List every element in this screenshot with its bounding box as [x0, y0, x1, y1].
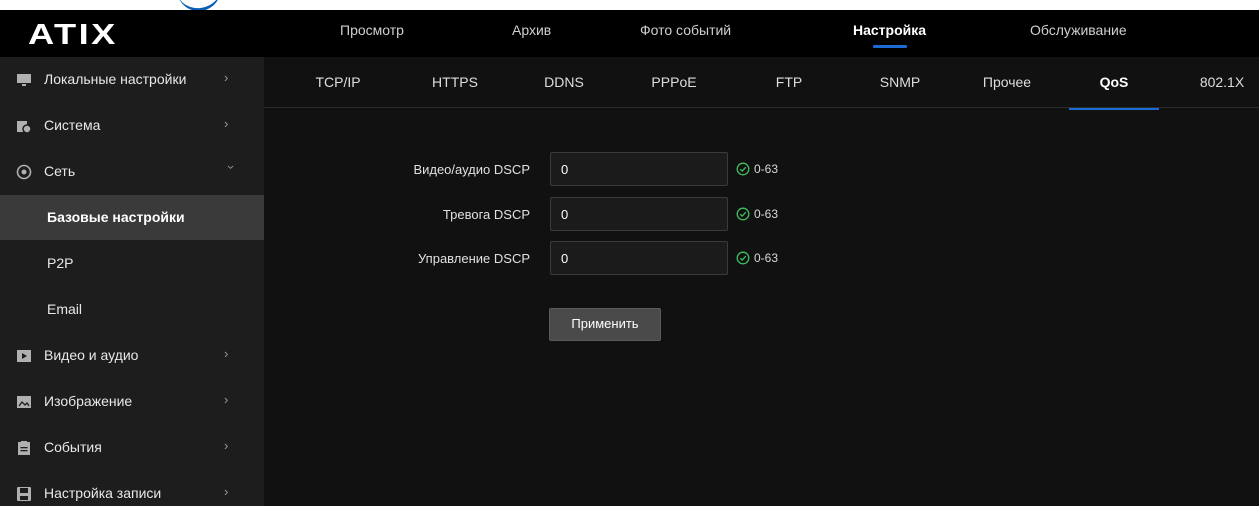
- sidebar-item-label: Email: [47, 301, 83, 317]
- chevron-right-icon: ›: [224, 116, 229, 131]
- sidebar-item-label: P2P: [47, 255, 74, 271]
- nav-maintenance[interactable]: Обслуживание: [1030, 10, 1127, 57]
- sidebar-item-system[interactable]: Система ›: [0, 103, 264, 148]
- sidebar-item-basic-settings[interactable]: Базовые настройки: [0, 195, 264, 240]
- form-row-alarm-dscp: Тревога DSCP 0-63: [264, 197, 1259, 233]
- chevron-down-icon: ›: [224, 165, 239, 170]
- apply-button[interactable]: Применить: [549, 308, 661, 341]
- monitor-icon: [17, 74, 31, 86]
- sidebar-item-network[interactable]: Сеть ›: [0, 149, 264, 194]
- tab-ftp[interactable]: FTP: [776, 57, 802, 107]
- sidebar-item-label: Система: [44, 117, 101, 133]
- chevron-right-icon: ›: [224, 392, 229, 407]
- alarm-dscp-label: Тревога DSCP: [442, 207, 530, 222]
- alarm-dscp-range: 0-63: [754, 207, 779, 221]
- sidebar-item-label: Настройка записи: [44, 485, 162, 501]
- sidebar: Локальные настройки › Система › Сеть › Б…: [0, 57, 264, 506]
- management-dscp-range: 0-63: [754, 251, 779, 265]
- sidebar-item-record-settings[interactable]: Настройка записи ›: [0, 471, 264, 516]
- events-icon: [18, 441, 30, 455]
- chevron-right-icon: ›: [224, 346, 229, 361]
- nav-view[interactable]: Просмотр: [340, 10, 404, 57]
- form-row-video-audio-dscp: Видео/аудио DSCP 0-63: [264, 152, 1259, 188]
- check-circle-icon: [736, 251, 750, 265]
- management-dscp-input[interactable]: [550, 241, 728, 275]
- main-panel: TCP/IP HTTPS DDNS PPPoE FTP SNMP Прочее …: [264, 57, 1259, 506]
- video-audio-dscp-input[interactable]: [550, 152, 728, 186]
- management-dscp-label: Управление DSCP: [418, 251, 530, 266]
- video-audio-dscp-range: 0-63: [754, 162, 779, 176]
- sidebar-item-image[interactable]: Изображение ›: [0, 379, 264, 424]
- form-row-management-dscp: Управление DSCP 0-63: [264, 241, 1259, 277]
- sidebar-item-local-settings[interactable]: Локальные настройки ›: [0, 57, 264, 102]
- alarm-dscp-input[interactable]: [550, 197, 728, 231]
- tab-pppoe[interactable]: PPPoE: [651, 57, 696, 107]
- chevron-right-icon: ›: [224, 484, 229, 499]
- sidebar-item-events[interactable]: События ›: [0, 425, 264, 470]
- sidebar-item-video-audio[interactable]: Видео и аудио ›: [0, 333, 264, 378]
- check-circle-icon: [736, 162, 750, 176]
- chevron-right-icon: ›: [224, 438, 229, 453]
- video-icon: [17, 350, 31, 362]
- nav-event-photos[interactable]: Фото событий: [640, 10, 731, 57]
- tab-ddns[interactable]: DDNS: [544, 57, 584, 107]
- sidebar-item-label: События: [44, 439, 102, 455]
- record-icon: [17, 487, 31, 501]
- nav-settings[interactable]: Настройка: [853, 10, 926, 57]
- top-nav: Просмотр Архив Фото событий Настройка Об…: [0, 10, 1259, 57]
- tab-https[interactable]: HTTPS: [432, 57, 478, 107]
- nav-archive[interactable]: Архив: [512, 10, 551, 57]
- sidebar-item-label: Видео и аудио: [44, 347, 139, 363]
- tab-snmp[interactable]: SNMP: [880, 57, 920, 107]
- tab-qos[interactable]: QoS: [1100, 57, 1129, 107]
- tab-tcpip[interactable]: TCP/IP: [315, 57, 360, 107]
- tab-other[interactable]: Прочее: [983, 57, 1031, 107]
- video-audio-dscp-label: Видео/аудио DSCP: [413, 162, 530, 177]
- sidebar-item-label: Базовые настройки: [47, 209, 185, 225]
- network-icon: [16, 164, 32, 180]
- sidebar-item-p2p[interactable]: P2P: [0, 241, 264, 286]
- chevron-right-icon: ›: [224, 70, 229, 85]
- top-bar: ATIX Просмотр Архив Фото событий Настрой…: [0, 10, 1259, 57]
- network-sub-tabs: TCP/IP HTTPS DDNS PPPoE FTP SNMP Прочее …: [264, 57, 1259, 108]
- tab-8021x[interactable]: 802.1X: [1200, 57, 1244, 107]
- sidebar-item-label: Изображение: [44, 393, 133, 409]
- sidebar-item-email[interactable]: Email: [0, 287, 264, 332]
- active-tab-indicator: [1069, 108, 1159, 110]
- image-icon: [17, 396, 31, 408]
- system-icon: [17, 121, 32, 134]
- sidebar-item-label: Сеть: [44, 163, 76, 179]
- sidebar-item-label: Локальные настройки: [44, 71, 187, 87]
- check-circle-icon: [736, 207, 750, 221]
